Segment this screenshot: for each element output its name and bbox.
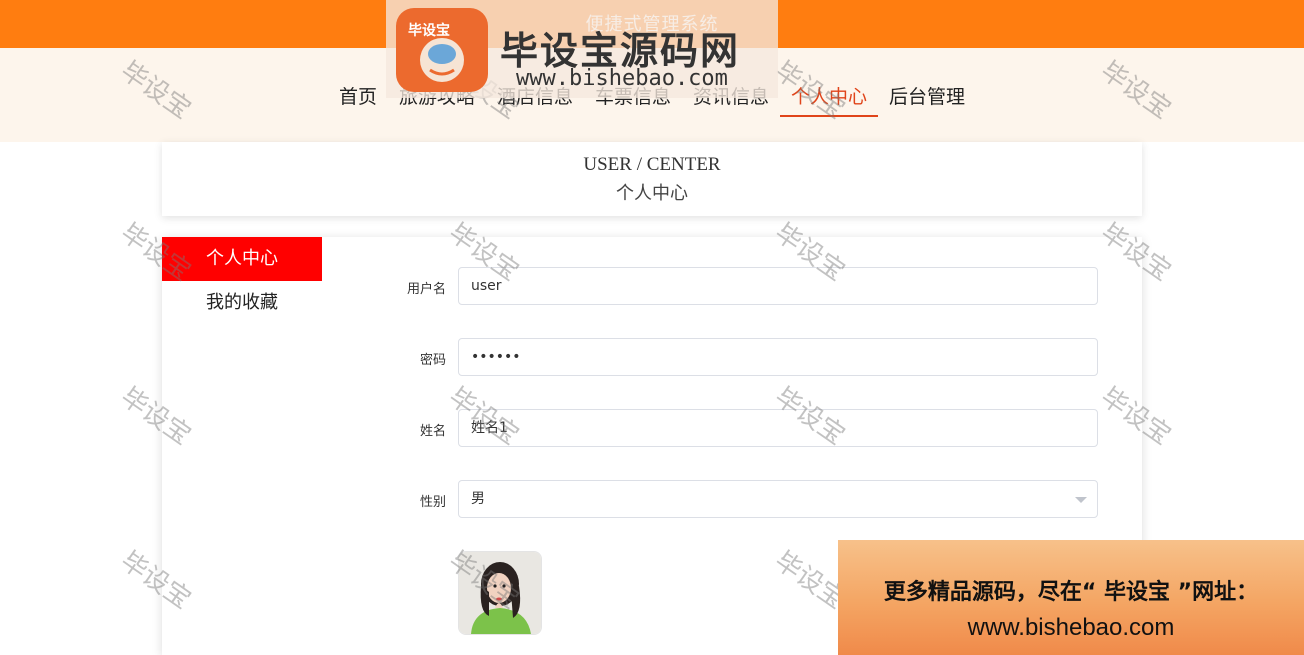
promo-line2: www.bishebao.com — [967, 614, 1175, 641]
page-header-en: USER / CENTER — [583, 154, 721, 175]
page-header-cn: 个人中心 — [616, 183, 688, 204]
password-row: 密码 •••••• — [362, 338, 1112, 378]
username-label: 用户名 — [406, 282, 446, 297]
nav-item-user-center[interactable]: 个人中心 — [780, 82, 879, 117]
name-input[interactable]: 姓名1 — [458, 409, 1098, 447]
promo-banner: 更多精品源码，尽在“ 毕设宝 ”网址： www.bishebao.com — [838, 540, 1304, 655]
sidebar-item-user-center[interactable]: 个人中心 — [162, 237, 322, 281]
logo-face-icon — [420, 38, 464, 82]
gender-label: 性别 — [419, 495, 446, 510]
gender-select-value: 男 — [471, 491, 485, 507]
promo-line1: 更多精品源码，尽在“ 毕设宝 ”网址： — [883, 580, 1259, 605]
page-header: USER / CENTER 个人中心 — [162, 142, 1142, 216]
logo-overlay: 毕设宝 毕设宝源码网 www.bishebao.com — [386, 0, 778, 98]
sidebar-item-my-favorites[interactable]: 我的收藏 — [162, 281, 322, 325]
avatar-photo — [459, 552, 541, 634]
username-row: 用户名 user — [362, 267, 1112, 307]
password-input[interactable]: •••••• — [458, 338, 1098, 376]
logo-badge: 毕设宝 — [396, 8, 488, 92]
chevron-down-icon — [1075, 497, 1087, 503]
avatar[interactable] — [458, 551, 542, 635]
nav-item-admin[interactable]: 后台管理 — [878, 82, 976, 117]
nav-item-home[interactable]: 首页 — [328, 82, 388, 117]
gender-select[interactable]: 男 — [458, 480, 1098, 518]
logo-url: www.bishebao.com — [516, 66, 728, 91]
name-row: 姓名 姓名1 — [362, 409, 1112, 449]
gender-row: 性别 男 — [362, 480, 1112, 520]
password-label: 密码 — [419, 353, 446, 368]
name-label: 姓名 — [419, 424, 446, 439]
username-input[interactable]: user — [458, 267, 1098, 305]
